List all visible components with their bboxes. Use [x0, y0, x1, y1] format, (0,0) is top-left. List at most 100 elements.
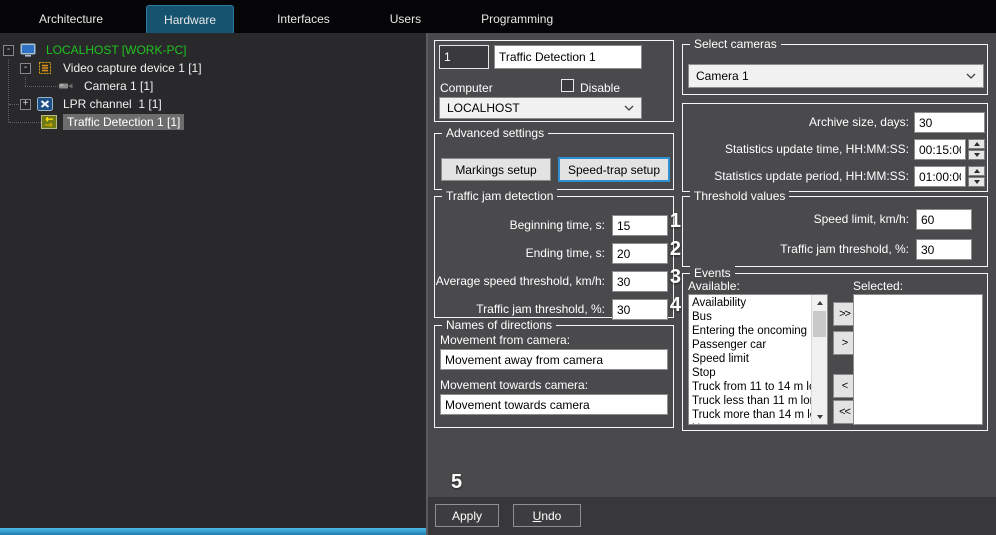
traffic-jam-threshold-field[interactable]: [612, 299, 668, 320]
tab-programming[interactable]: Programming: [464, 5, 570, 33]
beginning-time-field[interactable]: [612, 215, 668, 236]
statistics-box: Archive size, days: Statistics update ti…: [682, 103, 988, 192]
apply-button[interactable]: Apply: [435, 504, 499, 527]
tree-node-label: Video capture device 1 [1]: [63, 61, 202, 75]
disable-label: Disable: [580, 81, 621, 95]
selected-label: Selected:: [853, 279, 904, 293]
scrollbar-up-icon[interactable]: [812, 295, 827, 310]
chevron-down-icon: [624, 105, 634, 111]
undo-button[interactable]: Undo: [513, 504, 581, 527]
movement-from-camera-label: Movement from camera:: [440, 333, 571, 347]
speed-limit-label: Speed limit, km/h:: [813, 212, 909, 226]
annotation-4: 4: [669, 294, 681, 316]
tree-expander[interactable]: -: [3, 44, 14, 56]
selected-events-list[interactable]: [853, 294, 983, 425]
available-label: Available:: [688, 279, 740, 293]
list-item[interactable]: U-turn: [689, 422, 811, 424]
monitor-icon: [20, 43, 36, 57]
annotation-2: 2: [669, 238, 681, 260]
tree-connector-line: [25, 77, 26, 86]
tree-node-camera[interactable]: Camera 1 [1]: [58, 77, 157, 95]
tree-node-label: Traffic Detection 1 [1]: [63, 114, 185, 130]
group-title: Traffic jam detection: [442, 189, 558, 203]
list-item[interactable]: Entering the oncoming lane: [689, 324, 811, 338]
movement-from-camera-field[interactable]: [440, 349, 668, 370]
average-speed-threshold-field[interactable]: [612, 271, 668, 292]
footer-bar: 5 Apply Undo: [428, 471, 996, 535]
camera-select-value: Camera 1: [696, 69, 749, 83]
tree-node-localhost[interactable]: - LOCALHOST [WORK-PC]: [3, 41, 190, 59]
list-item[interactable]: Truck less than 11 m long: [689, 394, 811, 408]
archive-size-label: Archive size, days:: [808, 115, 909, 129]
tab-hardware[interactable]: Hardware: [146, 5, 235, 33]
advanced-settings-group: Advanced settings Markings setup Speed-t…: [434, 126, 674, 190]
computer-select[interactable]: LOCALHOST: [439, 97, 642, 119]
markings-setup-button[interactable]: Markings setup: [441, 158, 551, 181]
scrollbar[interactable]: [811, 295, 827, 424]
lpr-channel-icon: [37, 97, 53, 111]
speed-limit-field[interactable]: [916, 209, 972, 230]
events-group: Events Available: Selected: Availability…: [682, 266, 988, 431]
tree-connector-line: [9, 122, 41, 123]
object-id-field[interactable]: [439, 45, 489, 69]
statistics-update-time-spinner[interactable]: [968, 139, 985, 160]
tab-interfaces[interactable]: Interfaces: [260, 5, 347, 33]
list-item[interactable]: Truck from 11 to 14 m long: [689, 380, 811, 394]
ending-time-field[interactable]: [612, 243, 668, 264]
names-of-directions-group: Names of directions Movement from camera…: [434, 318, 674, 428]
undo-label-rest: ndo: [541, 508, 562, 523]
list-item[interactable]: Availability: [689, 296, 811, 310]
object-name-field[interactable]: [494, 45, 642, 69]
spinner-down-icon[interactable]: [968, 177, 985, 187]
annotation-5: 5: [451, 471, 463, 493]
tree-node-traffic-detection[interactable]: Traffic Detection 1 [1]: [41, 113, 185, 131]
tree-expander[interactable]: +: [20, 98, 31, 110]
archive-size-field[interactable]: [914, 112, 985, 133]
statistics-update-time-label: Statistics update time, HH:MM:SS:: [724, 142, 909, 156]
tree-expander[interactable]: -: [20, 62, 31, 74]
spinner-down-icon[interactable]: [968, 150, 985, 160]
list-item[interactable]: Speed limit: [689, 352, 811, 366]
traffic-detection-icon: [41, 115, 57, 129]
panel-bottom-accent: [0, 528, 426, 535]
tab-users[interactable]: Users: [373, 5, 438, 33]
camera-select[interactable]: Camera 1: [688, 64, 984, 88]
available-events-list[interactable]: Availability Bus Entering the oncoming l…: [688, 294, 828, 425]
annotation-1: 1: [669, 210, 681, 232]
tree-node-lpr-channel[interactable]: + LPR channel 1 [1]: [20, 95, 166, 113]
ending-time-label: Ending time, s:: [525, 246, 605, 260]
scrollbar-down-icon[interactable]: [812, 409, 827, 424]
hardware-tree-panel: - LOCALHOST [WORK-PC] - Video capture de…: [0, 33, 426, 528]
spinner-up-icon[interactable]: [968, 139, 985, 149]
tree-node-label: Camera 1 [1]: [84, 79, 154, 93]
identity-box: Computer Disable LOCALHOST: [434, 40, 674, 122]
traffic-jam-detection-group: Traffic jam detection Beginning time, s:…: [434, 189, 681, 320]
statistics-update-period-spinner[interactable]: [968, 166, 985, 187]
tree-connector-line: [25, 86, 58, 87]
speed-trap-setup-button[interactable]: Speed-trap setup: [558, 157, 670, 182]
camera-icon: [58, 80, 74, 92]
spinner-up-icon[interactable]: [968, 166, 985, 176]
traffic-jam-threshold-label: Traffic jam threshold, %:: [476, 302, 605, 316]
tree-node-label: LOCALHOST [WORK-PC]: [46, 43, 187, 57]
list-item[interactable]: Truck more than 14 m long: [689, 408, 811, 422]
tree-connector-line: [8, 59, 9, 122]
tab-bar: Architecture Hardware Interfaces Users P…: [0, 0, 996, 33]
tree-node-video-capture-device[interactable]: - Video capture device 1 [1]: [20, 59, 206, 77]
disable-checkbox[interactable]: [561, 79, 574, 92]
chevron-down-icon: [966, 73, 976, 79]
list-item[interactable]: Bus: [689, 310, 811, 324]
tree-node-label: LPR channel 1 [1]: [63, 97, 162, 111]
tab-architecture[interactable]: Architecture: [22, 5, 120, 33]
movement-towards-camera-field[interactable]: [440, 394, 668, 415]
group-title: Names of directions: [442, 318, 557, 332]
list-item[interactable]: Stop: [689, 366, 811, 380]
statistics-update-time-field[interactable]: [914, 139, 966, 160]
statistics-update-period-field[interactable]: [914, 166, 966, 187]
statistics-update-period-label: Statistics update period, HH:MM:SS:: [714, 169, 909, 183]
scrollbar-thumb[interactable]: [813, 311, 826, 337]
list-item[interactable]: Passenger car: [689, 338, 811, 352]
group-title: Threshold values: [690, 189, 790, 203]
traffic-jam-threshold-percent-field[interactable]: [916, 239, 972, 260]
tree-connector-line: [9, 104, 19, 105]
